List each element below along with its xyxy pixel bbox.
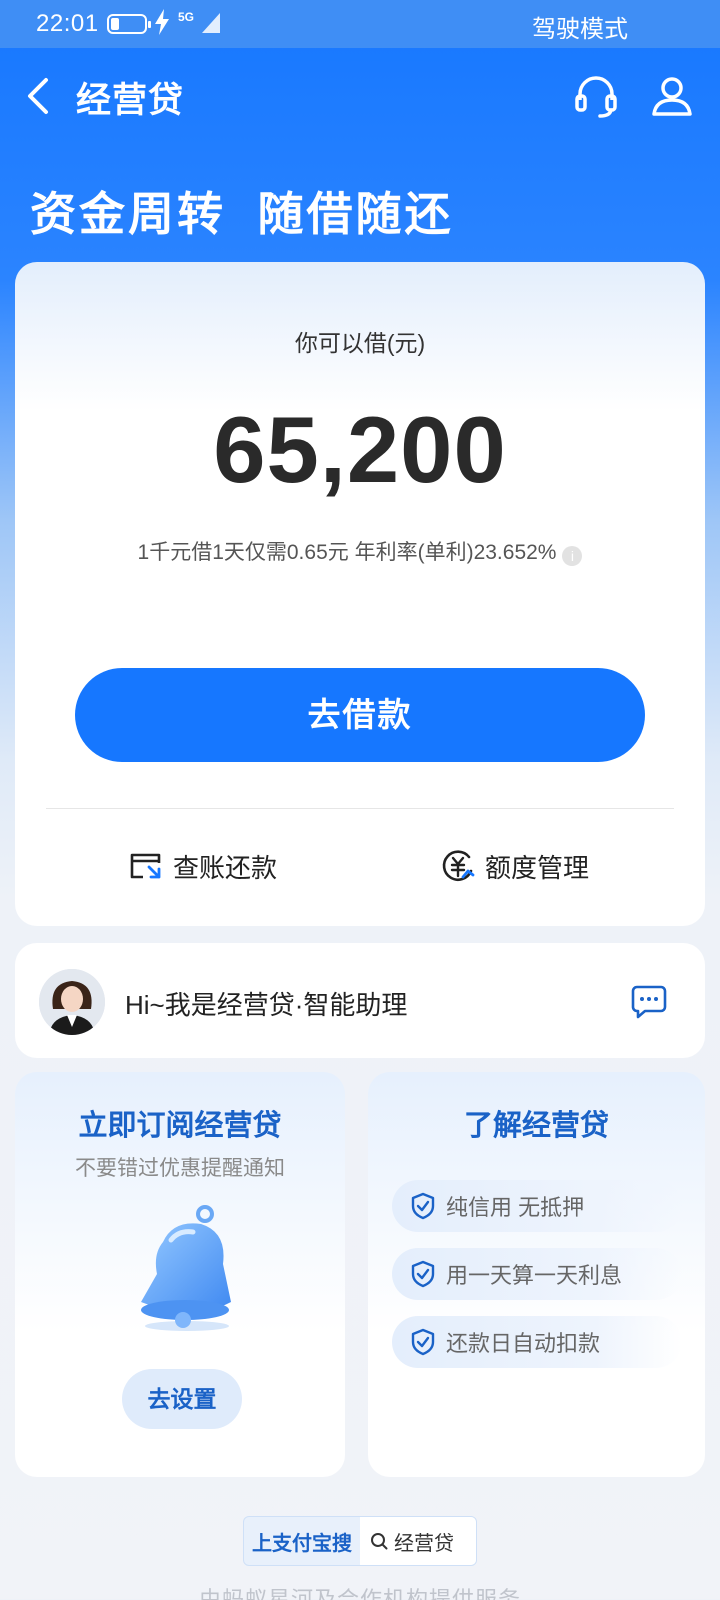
shield-check-icon: [411, 1260, 435, 1288]
bill-icon: [130, 853, 161, 879]
borrow-limit-label: 你可以借(元): [294, 330, 426, 356]
feature-label: 还款日自动扣款: [446, 1331, 601, 1356]
shield-check-icon: [411, 1192, 435, 1220]
search-icon: [371, 1533, 388, 1550]
shield-check-icon: [411, 1328, 435, 1356]
info-icon[interactable]: i: [562, 546, 583, 566]
status-bar: 22:01 5G 驾驶模式: [0, 0, 720, 48]
driving-mode-label: 驾驶模式: [532, 16, 628, 43]
chevron-left-icon: [28, 78, 48, 114]
quota-manage-label: 额度管理: [485, 852, 590, 883]
assistant-greeting: Hi~我是经营贷·智能助理: [125, 990, 408, 1020]
slogan: 资金周转 随借随还: [30, 188, 454, 240]
quota-manage-button[interactable]: 额度管理: [441, 846, 589, 886]
assistant-avatar: [39, 969, 105, 1035]
feature-label: 用一天算一天利息: [446, 1263, 623, 1288]
loan-card: 你可以借(元) 65,200 1千元借1天仅需0.65元 年利率(单利)23.6…: [15, 262, 705, 926]
interest-rate-value: 1千元借1天仅需0.65元 年利率(单利)23.652%: [137, 541, 557, 564]
page-title: 经营贷: [76, 81, 185, 120]
subscribe-title: 立即订阅经营贷: [78, 1110, 282, 1142]
battery-icon: [107, 14, 151, 34]
feature-item: 还款日自动扣款: [392, 1316, 682, 1368]
feature-item: 用一天算一天利息: [392, 1248, 682, 1300]
user-icon: [652, 77, 692, 116]
assistant-card[interactable]: Hi~我是经营贷·智能助理: [15, 943, 705, 1058]
subscribe-card: 立即订阅经营贷 不要错过优惠提醒通知 去设置: [15, 1072, 345, 1477]
charging-icon: [154, 9, 170, 40]
profile-button[interactable]: [648, 72, 696, 120]
search-keyword-box: 经营贷: [360, 1517, 476, 1565]
go-settings-button[interactable]: 去设置: [122, 1369, 242, 1429]
header: 经营贷: [0, 48, 720, 144]
signal-icon: [200, 13, 222, 38]
search-keyword: 经营贷: [394, 1532, 454, 1555]
borrow-amount: 65,200: [213, 397, 507, 502]
divider: [46, 808, 674, 809]
bell-icon: [123, 1202, 243, 1332]
interest-rate-text: 1千元借1天仅需0.65元 年利率(单利)23.652% i: [15, 536, 705, 566]
learn-card[interactable]: 了解经营贷 纯信用 无抵押 用一天算一天利息 还款日自动扣款: [368, 1072, 705, 1477]
headset-icon: [575, 76, 617, 118]
service-provider-note: 由蚂蚁星河及合作机构提供服务: [198, 1587, 521, 1600]
bill-repay-label: 查账还款: [173, 852, 278, 883]
search-prefix: 上支付宝搜: [252, 1532, 352, 1555]
feature-label: 纯信用 无抵押: [446, 1195, 585, 1220]
chat-icon: [631, 985, 667, 1019]
learn-title: 了解经营贷: [463, 1110, 609, 1142]
borrow-button[interactable]: 去借款: [75, 668, 645, 762]
bill-repay-button[interactable]: 查账还款: [129, 846, 277, 886]
chat-button[interactable]: [631, 983, 667, 1019]
status-time: 22:01: [36, 10, 99, 37]
back-button[interactable]: [18, 72, 62, 120]
subscribe-subtitle: 不要错过优惠提醒通知: [75, 1157, 285, 1180]
yuan-circle-icon: [442, 850, 475, 881]
alipay-search-hint[interactable]: 上支付宝搜 经营贷: [243, 1516, 477, 1566]
feature-item: 纯信用 无抵押: [392, 1180, 682, 1232]
customer-service-button[interactable]: [572, 72, 620, 120]
network-label: 5G: [178, 10, 195, 24]
